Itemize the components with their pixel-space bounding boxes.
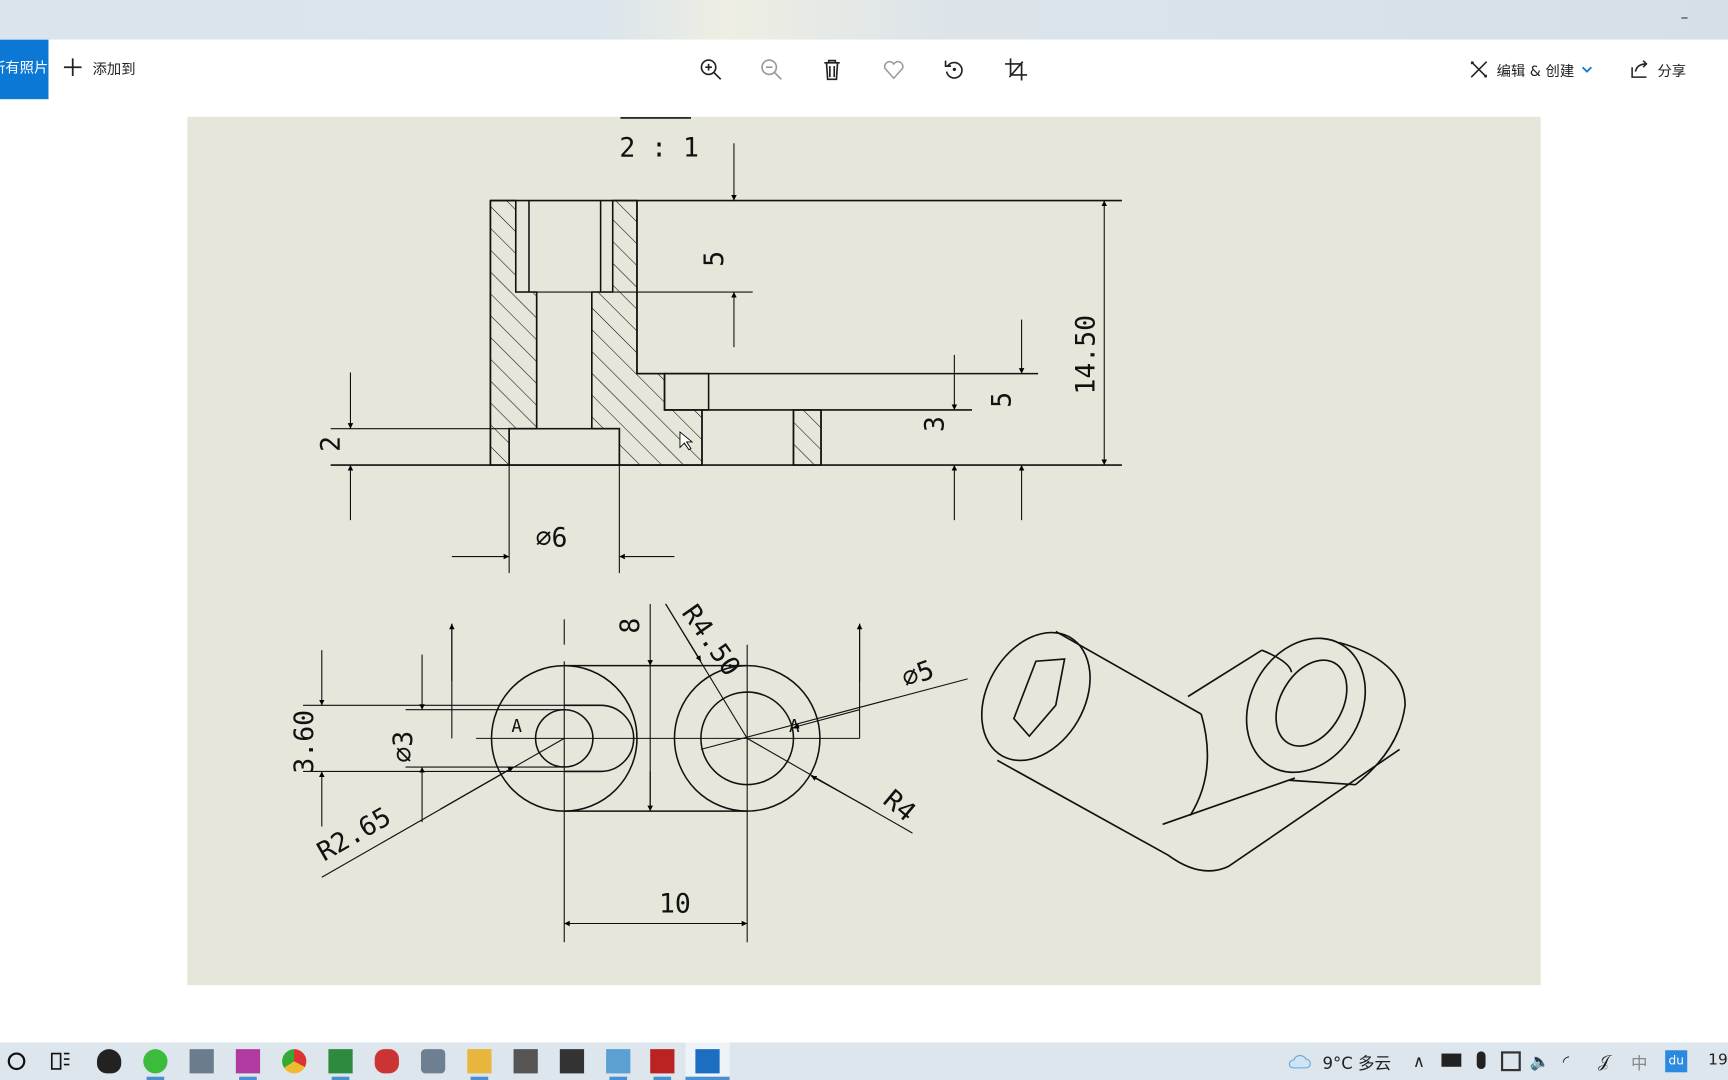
dim-r4-50: R4.50 bbox=[675, 599, 746, 682]
microphone-icon[interactable] bbox=[1476, 1051, 1486, 1069]
dim-5-right: 5 bbox=[987, 392, 1018, 408]
share-label: 分享 bbox=[1657, 63, 1687, 80]
zoom-in-icon[interactable] bbox=[699, 57, 723, 81]
taskbar: 9°C 多云 ∧ 🔈 ◜ 𝒥 中 du 19 bbox=[0, 1042, 1728, 1080]
app-tray-icon[interactable] bbox=[1500, 1051, 1521, 1072]
wechat-icon[interactable] bbox=[143, 1049, 168, 1074]
all-photos-label: 所有照片 bbox=[0, 60, 49, 78]
crop-icon[interactable] bbox=[1004, 57, 1028, 81]
vim-icon[interactable] bbox=[328, 1049, 353, 1074]
task-view-icon[interactable] bbox=[48, 1049, 72, 1073]
dim-3: 3 bbox=[919, 416, 950, 432]
file-explorer-icon[interactable] bbox=[467, 1049, 492, 1074]
search-icon[interactable] bbox=[4, 1049, 28, 1073]
solidworks-icon[interactable] bbox=[650, 1049, 675, 1074]
dim-r4: R4 bbox=[877, 784, 921, 828]
dim-2: 2 bbox=[315, 436, 346, 452]
add-to-button[interactable]: 添加到 bbox=[62, 56, 136, 78]
show-hidden-icons-button[interactable]: ∧ bbox=[1413, 1051, 1425, 1071]
favorite-icon[interactable] bbox=[882, 57, 906, 81]
section-mark: A bbox=[511, 717, 522, 737]
share-icon bbox=[1631, 60, 1648, 78]
dim-phi3: ∅3 bbox=[388, 731, 419, 763]
rotate-icon[interactable] bbox=[942, 57, 966, 81]
plus-icon bbox=[63, 58, 82, 77]
title-bar: – bbox=[0, 0, 1728, 40]
clock[interactable]: 19 bbox=[1708, 1051, 1728, 1069]
dim-phi6: ∅6 bbox=[536, 523, 568, 554]
terminal-icon[interactable] bbox=[559, 1049, 585, 1074]
cloud-icon[interactable] bbox=[1287, 1049, 1311, 1073]
dimension-lines bbox=[347, 143, 1107, 574]
app-icon[interactable] bbox=[235, 1049, 261, 1074]
edit-icon bbox=[1470, 61, 1488, 78]
app-icon[interactable] bbox=[374, 1049, 399, 1074]
scale-label: 2 : 1 bbox=[619, 132, 699, 163]
dimension-texts: 2 : 1 5 14.50 5 3 2 ∅6 8 R4.50 ∅5 R4 ∅3 … bbox=[289, 132, 1101, 919]
image-viewer-canvas[interactable]: 2 : 1 5 14.50 5 3 2 ∅6 8 R4.50 ∅5 R4 ∅3 … bbox=[187, 116, 1541, 986]
calculator-icon[interactable] bbox=[189, 1049, 214, 1074]
pen-icon[interactable]: 𝒥 bbox=[1598, 1051, 1609, 1071]
engineering-drawing: 2 : 1 5 14.50 5 3 2 ∅6 8 R4.50 ∅5 R4 ∅3 … bbox=[289, 117, 1406, 943]
dim-8: 8 bbox=[615, 618, 646, 634]
toolbar: 所有照片 添加到 编辑 & 创建 分享 bbox=[0, 39, 1728, 100]
battery-icon[interactable] bbox=[1441, 1053, 1462, 1067]
weather-text[interactable]: 9°C 多云 bbox=[1322, 1051, 1391, 1074]
volume-icon[interactable]: 🔈 bbox=[1530, 1051, 1551, 1071]
edit-create-label: 编辑 & 创建 bbox=[1496, 63, 1575, 80]
isometric-view bbox=[980, 630, 1406, 872]
add-to-label: 添加到 bbox=[92, 61, 136, 78]
dim-3-60: 3.60 bbox=[289, 710, 320, 774]
all-photos-button[interactable]: 所有照片 bbox=[0, 39, 49, 100]
chevron-down-icon bbox=[1582, 66, 1593, 73]
share-button[interactable]: 分享 bbox=[1629, 58, 1686, 80]
wifi-icon[interactable]: ◜ bbox=[1563, 1051, 1569, 1071]
dim-10: 10 bbox=[659, 888, 691, 919]
minimize-button[interactable]: – bbox=[1681, 9, 1689, 27]
front-section-view bbox=[330, 117, 1122, 466]
chrome-icon[interactable] bbox=[282, 1049, 307, 1074]
dim-14-50: 14.50 bbox=[1070, 315, 1101, 395]
top-view bbox=[303, 603, 968, 943]
baidu-icon[interactable]: du bbox=[1665, 1050, 1688, 1073]
photos-icon bbox=[695, 1049, 720, 1074]
delete-icon[interactable] bbox=[820, 57, 844, 81]
camera-icon[interactable] bbox=[420, 1049, 446, 1074]
photos-app-active[interactable] bbox=[685, 1042, 730, 1080]
dim-r2-65: R2.65 bbox=[312, 801, 396, 868]
qq-icon[interactable] bbox=[96, 1049, 122, 1074]
zoom-out-icon[interactable] bbox=[759, 57, 783, 81]
ime-indicator[interactable]: 中 bbox=[1631, 1051, 1648, 1074]
app-icon[interactable] bbox=[513, 1049, 538, 1074]
app-icon[interactable] bbox=[606, 1049, 631, 1074]
edit-create-button[interactable]: 编辑 & 创建 bbox=[1468, 58, 1594, 80]
dim-5-top: 5 bbox=[699, 251, 730, 267]
